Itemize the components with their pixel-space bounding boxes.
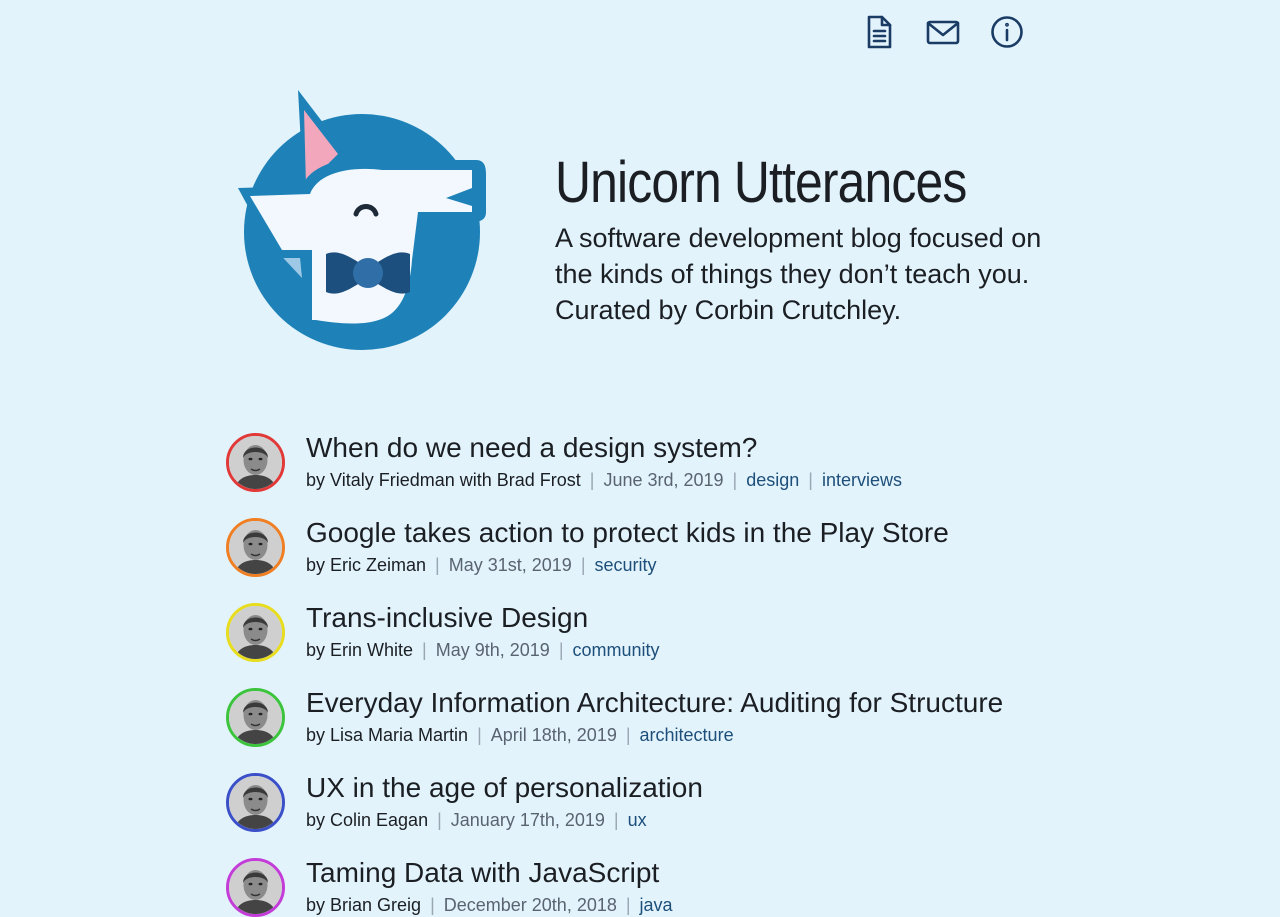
top-nav [862, 14, 1024, 50]
author-avatar[interactable] [226, 433, 285, 492]
page: Unicorn Utterances A software developmen… [0, 0, 1280, 917]
meta-divider: | [422, 640, 427, 660]
post-date: December 20th, 2018 [443, 895, 617, 915]
post-author: by Erin White [306, 640, 414, 660]
site-header: Unicorn Utterances A software developmen… [555, 150, 1075, 328]
post-item: UX in the age of personalization by Coli… [226, 770, 1066, 855]
post-tag-link[interactable]: ux [628, 810, 647, 830]
site-logo[interactable] [232, 88, 488, 354]
nav-contact-link[interactable] [926, 14, 960, 50]
post-author: by Eric Zeiman [306, 555, 427, 575]
post-title-link[interactable]: Taming Data with JavaScript [306, 855, 1066, 891]
unicorn-logo-icon [238, 90, 486, 350]
meta-divider: | [625, 895, 631, 915]
mail-icon [926, 20, 960, 45]
post-author: by Colin Eagan [306, 810, 429, 830]
post-meta: by Eric Zeiman | May 31st, 2019 | security [306, 553, 1066, 577]
post-item: When do we need a design system? by Vita… [226, 430, 1066, 515]
post-date: April 18th, 2019 [490, 725, 617, 745]
author-avatar[interactable] [226, 858, 285, 917]
author-photo-icon [229, 436, 282, 489]
post-title-link[interactable]: Everyday Information Architecture: Audit… [306, 685, 1066, 721]
post-tag-link[interactable]: java [640, 895, 673, 915]
author-photo-icon [229, 861, 282, 914]
post-tags: | community [550, 640, 660, 660]
post-meta: by Lisa Maria Martin | April 18th, 2019 | ar… [306, 723, 1066, 747]
meta-divider: | [613, 810, 619, 830]
post-author: by Vitaly Friedman with Brad Frost [306, 470, 581, 490]
post-title-link[interactable]: Trans-inclusive Design [306, 600, 1066, 636]
meta-divider: | [477, 725, 482, 745]
post-tag-link[interactable]: design [746, 470, 799, 490]
post-item: Taming Data with JavaScript by Brian Gre… [226, 855, 1066, 917]
post-title-link[interactable]: UX in the age of personalization [306, 770, 1066, 806]
post-date: January 17th, 2019 [450, 810, 605, 830]
post-tags: | design | interviews [724, 470, 902, 490]
nav-posts-link[interactable] [862, 14, 896, 50]
nav-about-link[interactable] [990, 14, 1024, 50]
author-avatar[interactable] [226, 773, 285, 832]
post-date: May 31st, 2019 [448, 555, 572, 575]
author-avatar[interactable] [226, 688, 285, 747]
meta-divider: | [430, 895, 435, 915]
meta-divider: | [589, 470, 595, 490]
post-date: June 3rd, 2019 [603, 470, 724, 490]
site-title[interactable]: Unicorn Utterances [555, 150, 1002, 216]
post-date: May 9th, 2019 [435, 640, 550, 660]
post-tags: | security [572, 555, 657, 575]
post-tag-link[interactable]: interviews [822, 470, 902, 490]
meta-divider: | [732, 470, 738, 490]
author-photo-icon [229, 691, 282, 744]
post-tag-link[interactable]: architecture [640, 725, 734, 745]
post-tag-link[interactable]: community [573, 640, 660, 660]
post-title-link[interactable]: When do we need a design system? [306, 430, 1066, 466]
post-author: by Lisa Maria Martin [306, 725, 469, 745]
post-meta: by Brian Greig | December 20th, 2018 | java [306, 893, 1066, 917]
post-tags: | architecture [617, 725, 734, 745]
post-list: When do we need a design system? by Vita… [226, 430, 1066, 917]
post-tags: | java [617, 895, 673, 915]
post-meta: by Colin Eagan | January 17th, 2019 | ux [306, 808, 1066, 832]
document-icon [867, 15, 892, 49]
site-description: A software development blog focused on t… [555, 223, 1042, 325]
meta-divider: | [580, 555, 586, 575]
author-photo-icon [229, 521, 282, 574]
meta-divider: | [625, 725, 631, 745]
meta-divider: | [558, 640, 564, 660]
post-item: Google takes action to protect kids in t… [226, 515, 1066, 600]
post-title-link[interactable]: Google takes action to protect kids in t… [306, 515, 1066, 551]
meta-divider: | [808, 470, 813, 490]
info-icon [991, 16, 1023, 48]
post-meta: by Erin White | May 9th, 2019 | community [306, 638, 1066, 662]
author-photo-icon [229, 776, 282, 829]
post-tag-link[interactable]: security [595, 555, 657, 575]
post-item: Everyday Information Architecture: Audit… [226, 685, 1066, 770]
author-photo-icon [229, 606, 282, 659]
meta-divider: | [435, 555, 440, 575]
post-tags: | ux [605, 810, 647, 830]
author-avatar[interactable] [226, 603, 285, 662]
post-meta: by Vitaly Friedman with Brad Frost | June … [306, 468, 1066, 492]
meta-divider: | [437, 810, 442, 830]
post-author: by Brian Greig [306, 895, 422, 915]
author-avatar[interactable] [226, 518, 285, 577]
post-item: Trans-inclusive Design by Erin White | May… [226, 600, 1066, 685]
